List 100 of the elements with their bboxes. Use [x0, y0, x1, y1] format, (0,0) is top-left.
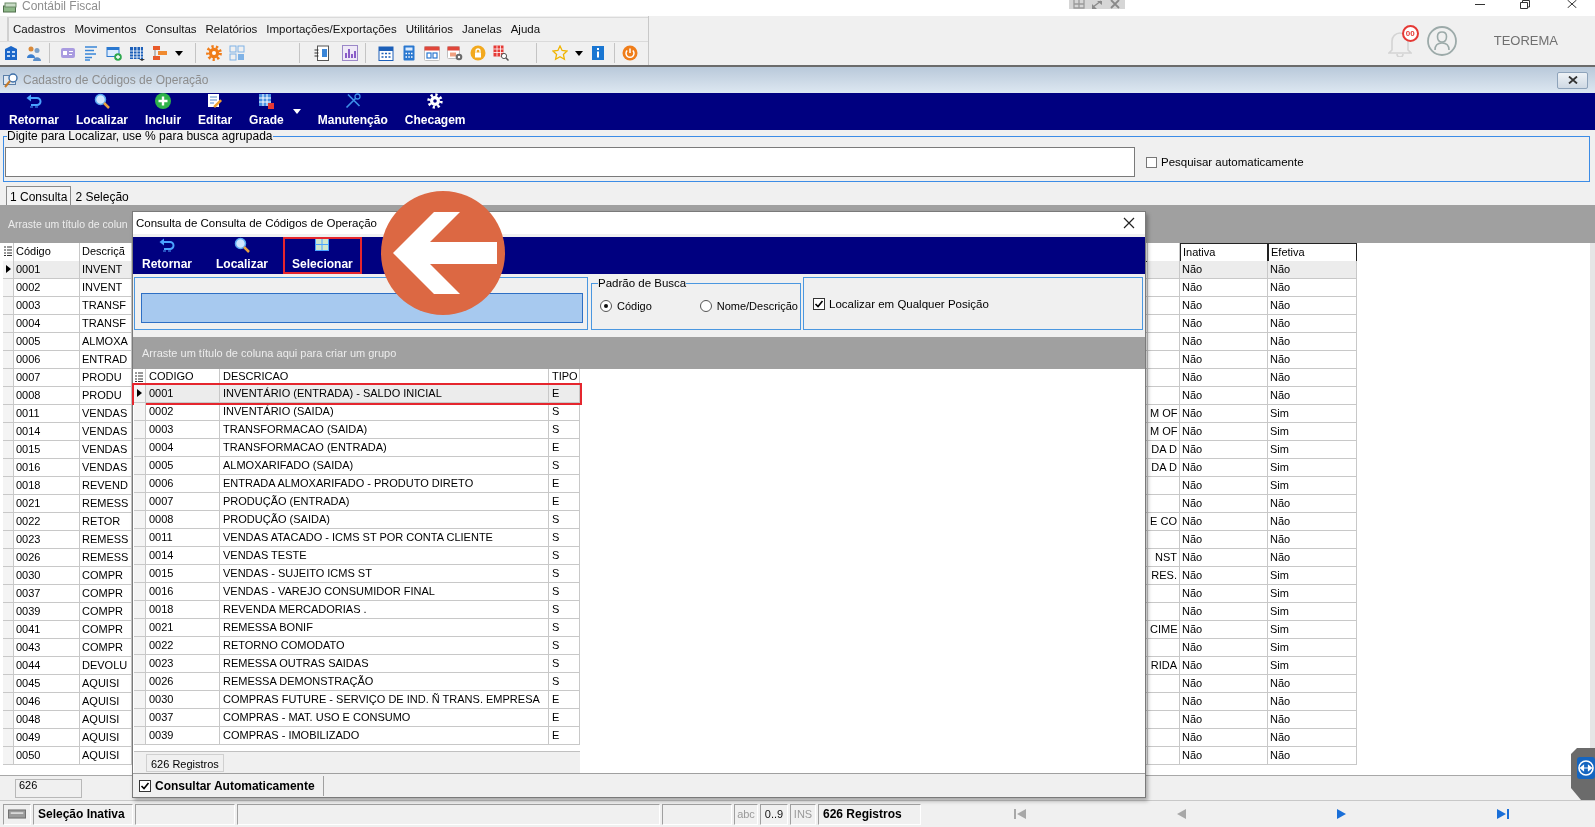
checkbox[interactable]	[1146, 156, 1157, 168]
table-cell: 0004	[146, 439, 220, 457]
toolbar-button[interactable]: Incluir	[141, 93, 186, 130]
table-cell: 0007	[146, 493, 220, 511]
table-cell: 0003	[14, 297, 80, 315]
search-field[interactable]	[5, 147, 1135, 177]
table-row[interactable]: 0030 COMPRAS FUTURE - SERVIÇO DE IND. Ñ TRANS. EMPRESA E	[134, 691, 580, 709]
hierarchy-icon[interactable]	[152, 45, 168, 62]
lock-icon[interactable]	[470, 45, 486, 62]
row-indicator[interactable]	[134, 385, 146, 403]
grid-icon[interactable]	[1073, 0, 1085, 9]
next-icon[interactable]	[1335, 808, 1348, 820]
menu-item[interactable]: Relatórios	[205, 23, 258, 36]
table-cell: INVENT	[80, 261, 132, 279]
star-icon[interactable]	[552, 45, 568, 62]
checkbox[interactable]	[139, 779, 151, 792]
gear-icon[interactable]	[206, 45, 222, 62]
close-icon[interactable]	[1567, 0, 1577, 8]
row-indicator[interactable]	[3, 261, 14, 279]
menu-item[interactable]: Movimentos	[74, 23, 137, 36]
user-icon[interactable]	[1426, 25, 1457, 56]
toolbar-button[interactable]: Grade	[245, 93, 288, 130]
table-cell: 0022	[146, 637, 220, 655]
table-row[interactable]: 0022 RETORNO COMODATO S	[134, 637, 580, 655]
table-search-icon[interactable]	[493, 45, 509, 62]
toolbar-button[interactable]: Selecionar	[283, 237, 362, 274]
table-row[interactable]: 0005 ALMOXARIFADO (SAIDA) S	[134, 457, 580, 475]
table-row[interactable]: 0003 TRANSFORMACAO (SAIDA) S	[134, 421, 580, 439]
menu-item[interactable]: Ajuda	[510, 23, 541, 36]
notebook-icon[interactable]	[314, 45, 330, 62]
minimize-icon[interactable]	[1475, 4, 1485, 5]
expand-icon[interactable]	[1091, 0, 1103, 9]
table-row[interactable]: 0014 VENDAS TESTE S	[134, 547, 580, 565]
status-text: Seleção Inativa	[33, 803, 133, 825]
table-row[interactable]: 0001 INVENTÁRIO (ENTRADA) - SALDO INICIAL E	[134, 385, 580, 403]
table-row[interactable]: 0015 VENDAS - SUJEITO ICMS ST S	[134, 565, 580, 583]
calendar-gear-icon[interactable]	[447, 45, 463, 62]
table-row[interactable]: 0002 INVENTÁRIO (SAIDA) S	[134, 403, 580, 421]
menu-item[interactable]: Janelas	[462, 23, 502, 36]
toolbar-button[interactable]: Localizar	[207, 237, 278, 274]
menu-item[interactable]: Utilitários	[405, 23, 454, 36]
tab[interactable]: 1 Consulta	[6, 186, 72, 205]
calendar-icon[interactable]	[424, 45, 440, 62]
table-cell: Não	[1180, 639, 1268, 657]
bar-chart-icon[interactable]	[342, 45, 358, 62]
toolbar-button[interactable]: Retornar	[133, 237, 201, 274]
table-row[interactable]: 0026 REMESSA DEMONSTRAÇÃO S	[134, 673, 580, 691]
toolbar-button[interactable]: Editar	[194, 93, 237, 130]
toolbar-button[interactable]: Retornar	[5, 93, 63, 130]
restore-icon[interactable]	[1520, 0, 1530, 9]
skip-last-icon[interactable]	[1496, 808, 1509, 820]
table-row[interactable]: 0023 REMESSA OUTRAS SAIDAS S	[134, 655, 580, 673]
table-row[interactable]: 0016 VENDAS - VAREJO CONSUMIDOR FINAL S	[134, 583, 580, 601]
table-cell: Não	[1180, 693, 1268, 711]
checkbox[interactable]	[813, 297, 825, 310]
table-grid-icon[interactable]	[129, 45, 145, 62]
table-cell: CIME	[1148, 621, 1180, 639]
table-row[interactable]: 0011 VENDAS ATACADO - ICMS ST POR CONTA CLIENTE S	[134, 529, 580, 547]
toolbar-button[interactable]: Localizar	[72, 93, 133, 130]
table-row[interactable]: 0039 COMPRAS - IMOBILIZADO E	[134, 727, 580, 745]
table-row[interactable]: 0037 COMPRAS - MAT. USO E CONSUMO E	[134, 709, 580, 727]
radio-button[interactable]	[600, 300, 612, 312]
tab[interactable]: 2 Seleção	[71, 186, 133, 205]
column-list-icon[interactable]	[135, 372, 143, 382]
table-row[interactable]: 0004 TRANSFORMACAO (ENTRADA) E	[134, 439, 580, 457]
tiles-icon[interactable]	[229, 45, 245, 62]
column-list-icon[interactable]	[4, 246, 12, 256]
table-row[interactable]: 0018 REVENDA MERCADORIAS . S	[134, 601, 580, 619]
close-button[interactable]	[1557, 71, 1588, 89]
window-add-icon[interactable]	[106, 45, 122, 62]
table-row[interactable]: 0008 PRODUÇÃO (SAIDA) S	[134, 511, 580, 529]
table-cell	[1148, 351, 1180, 369]
calendar-icon[interactable]	[378, 45, 394, 62]
window-search-icon	[3, 72, 19, 88]
building-icon[interactable]	[3, 45, 19, 62]
menu-item[interactable]: Importações/Exportações	[266, 23, 397, 36]
table-row[interactable]: 0006 ENTRADA ALMOXARIFADO - PRODUTO DIRETO E	[134, 475, 580, 493]
close-icon[interactable]	[1123, 217, 1135, 229]
table-cell: Não	[1180, 315, 1268, 333]
toolbar-button[interactable]: Manutenção	[313, 93, 392, 130]
table-cell: S	[549, 583, 580, 601]
double-arrow-tab-icon[interactable]	[1571, 748, 1595, 800]
table-cell: Não	[1180, 621, 1268, 639]
table-cell	[1148, 585, 1180, 603]
calculator-icon[interactable]	[401, 45, 417, 62]
caret-icon[interactable]	[575, 50, 583, 56]
list-icon[interactable]	[83, 45, 99, 62]
caret-icon[interactable]	[175, 50, 183, 56]
people-icon[interactable]	[26, 45, 42, 62]
menu-item[interactable]: Cadastros	[13, 23, 66, 36]
radio-button[interactable]	[699, 300, 712, 312]
toolbar-button[interactable]: Checagem	[400, 93, 470, 130]
table-row[interactable]: 0007 PRODUÇÃO (ENTRADA) E	[134, 493, 580, 511]
return-arrow-icon	[159, 237, 175, 253]
info-icon[interactable]	[590, 45, 606, 62]
caret-icon[interactable]	[292, 109, 301, 114]
menu-item[interactable]: Consultas	[145, 23, 197, 36]
table-row[interactable]: 0021 REMESSA BONIF S	[134, 619, 580, 637]
power-icon[interactable]	[622, 45, 638, 62]
table-cell: Não	[1268, 495, 1357, 513]
